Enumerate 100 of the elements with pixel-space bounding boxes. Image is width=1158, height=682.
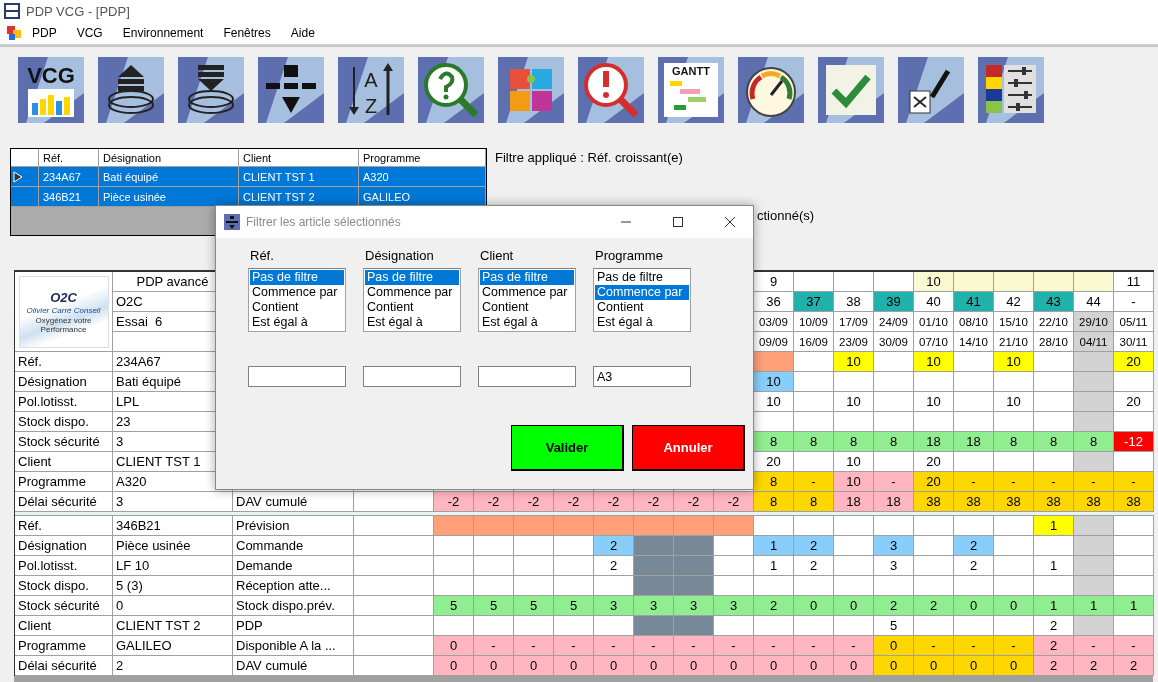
table-cell[interactable]: Pièce usinée [99, 187, 239, 207]
gantt-chart-icon[interactable]: GANTT [658, 57, 724, 123]
field-label: Réf. [15, 516, 113, 536]
table-cell: 1 [1114, 596, 1154, 616]
menu-item[interactable]: Fenêtres [213, 24, 281, 42]
list-option[interactable]: Est égal à [250, 315, 344, 330]
table-cell: 2 [754, 596, 794, 616]
filter-mode-list[interactable]: Pas de filtre Commence par Contient Est égal à [248, 268, 346, 332]
table-cell: - [994, 636, 1034, 656]
table-cell: 0 [874, 636, 914, 656]
table-cell: 10 [914, 352, 954, 372]
table-cell: 37 [794, 292, 834, 312]
field-label: Stock sécurité [15, 596, 113, 616]
list-option[interactable]: Commence par [250, 285, 344, 300]
table-cell: 5 [434, 596, 474, 616]
list-option[interactable]: Pas de filtre [250, 270, 344, 285]
validate-button[interactable]: Valider [511, 425, 624, 471]
list-option[interactable]: Contient [595, 300, 689, 315]
list-option[interactable]: Est égal à [595, 315, 689, 330]
table-cell: - [1074, 636, 1114, 656]
measure-label: Demande [233, 556, 354, 576]
table-cell: 8 [994, 432, 1034, 452]
table-cell: 2 [594, 556, 634, 576]
table-cell[interactable]: Bati équipé [99, 167, 239, 187]
table-cell: 24/09 [874, 312, 914, 332]
list-option[interactable]: Pas de filtre [595, 270, 689, 285]
list-option[interactable]: Commence par [595, 285, 689, 300]
menu-item[interactable]: VCG [66, 24, 113, 42]
table-cell[interactable]: 234A67 [39, 167, 99, 187]
table-cell[interactable]: CLIENT TST 1 [239, 167, 359, 187]
table-cell: - [954, 472, 994, 492]
table-cell: 2 [1034, 616, 1074, 636]
table-cell: 8 [754, 472, 794, 492]
list-option[interactable]: Pas de filtre [480, 270, 574, 285]
table-cell: 0 [554, 656, 594, 676]
table-cell: - [714, 636, 754, 656]
table-cell: 16/09 [794, 332, 834, 352]
table-cell: 10 [914, 272, 954, 292]
table-cell: - [954, 636, 994, 656]
list-option[interactable]: Commence par [480, 285, 574, 300]
field-value: GALILEO [113, 636, 233, 656]
table-cell[interactable]: GALILEO [359, 187, 486, 207]
table-cell: 04/11 [1074, 332, 1114, 352]
table-cell: 42 [994, 292, 1034, 312]
menu-item[interactable]: Aide [280, 24, 325, 42]
field-label: Désignation [15, 536, 113, 556]
table-cell: 36 [754, 292, 794, 312]
table-cell: - [1114, 636, 1154, 656]
table-cell: -2 [434, 492, 474, 512]
list-option[interactable]: Contient [365, 300, 459, 315]
list-option[interactable]: Est égal à [480, 315, 574, 330]
filter-mode-list[interactable]: Pas de filtre Commence par Contient Est égal à [593, 268, 691, 332]
filter-mode-list[interactable]: Pas de filtre Commence par Contient Est égal à [478, 268, 576, 332]
list-option[interactable]: Commence par [365, 285, 459, 300]
list-option[interactable]: Pas de filtre [365, 270, 459, 285]
table-cell: 20 [1114, 352, 1154, 372]
field-label: Stock sécurité [15, 432, 113, 452]
table-cell: 38 [994, 492, 1034, 512]
table-cell: 18 [834, 492, 874, 512]
cancel-button[interactable]: Annuler [632, 425, 745, 471]
list-option[interactable]: Contient [250, 300, 344, 315]
field-value: Pièce usinée [113, 536, 233, 556]
field-label: Pol.lotisst. [15, 392, 113, 412]
table-cell: 30/11 [1114, 332, 1154, 352]
table-cell: 2 [1114, 656, 1154, 676]
table-cell: -2 [554, 492, 594, 512]
table-cell: 3 [674, 596, 714, 616]
field-label: Client [15, 452, 113, 472]
dialog-title: Filtrer les article sélectionnés [246, 215, 402, 229]
table-cell: 8 [834, 432, 874, 452]
filter-mode-list[interactable]: Pas de filtre Commence par Contient Est égal à [363, 268, 461, 332]
table-cell: - [634, 636, 674, 656]
table-cell: 0 [634, 656, 674, 676]
table-cell: 44 [1074, 292, 1114, 312]
vcg-chart-icon[interactable]: VCG [18, 57, 84, 123]
table-cell[interactable]: A320 [359, 167, 486, 187]
table-cell: 2 [1034, 636, 1074, 656]
table-cell[interactable]: 346B21 [39, 187, 99, 207]
table-cell: -12 [1114, 432, 1154, 452]
menu-item[interactable]: PDP [22, 24, 67, 42]
menu-item[interactable]: Environnement [112, 24, 214, 42]
field-label: Programme [15, 472, 113, 492]
list-option[interactable]: Contient [480, 300, 574, 315]
table-cell: 10/09 [794, 312, 834, 332]
table-cell: -2 [634, 492, 674, 512]
table-cell: 10 [834, 452, 874, 472]
field-label: Stock dispo. [15, 576, 113, 596]
filter-input[interactable]: A3 [593, 366, 691, 387]
table-cell[interactable]: CLIENT TST 2 [239, 187, 359, 207]
sort-icon[interactable]: A Z [338, 57, 404, 123]
filter-status: Filtre appliqué : Réf. croissant(e) [495, 149, 683, 165]
list-option[interactable]: Est égal à [365, 315, 459, 330]
table-cell: 2 [874, 596, 914, 616]
field-label: Stock dispo. [15, 412, 113, 432]
table-cell: 17/09 [834, 312, 874, 332]
table-cell: 1 [1034, 516, 1074, 536]
table-cell: 8 [1074, 432, 1114, 452]
table-cell: 10 [754, 372, 794, 392]
table-cell: - [594, 636, 634, 656]
table-cell: 0 [914, 656, 954, 676]
